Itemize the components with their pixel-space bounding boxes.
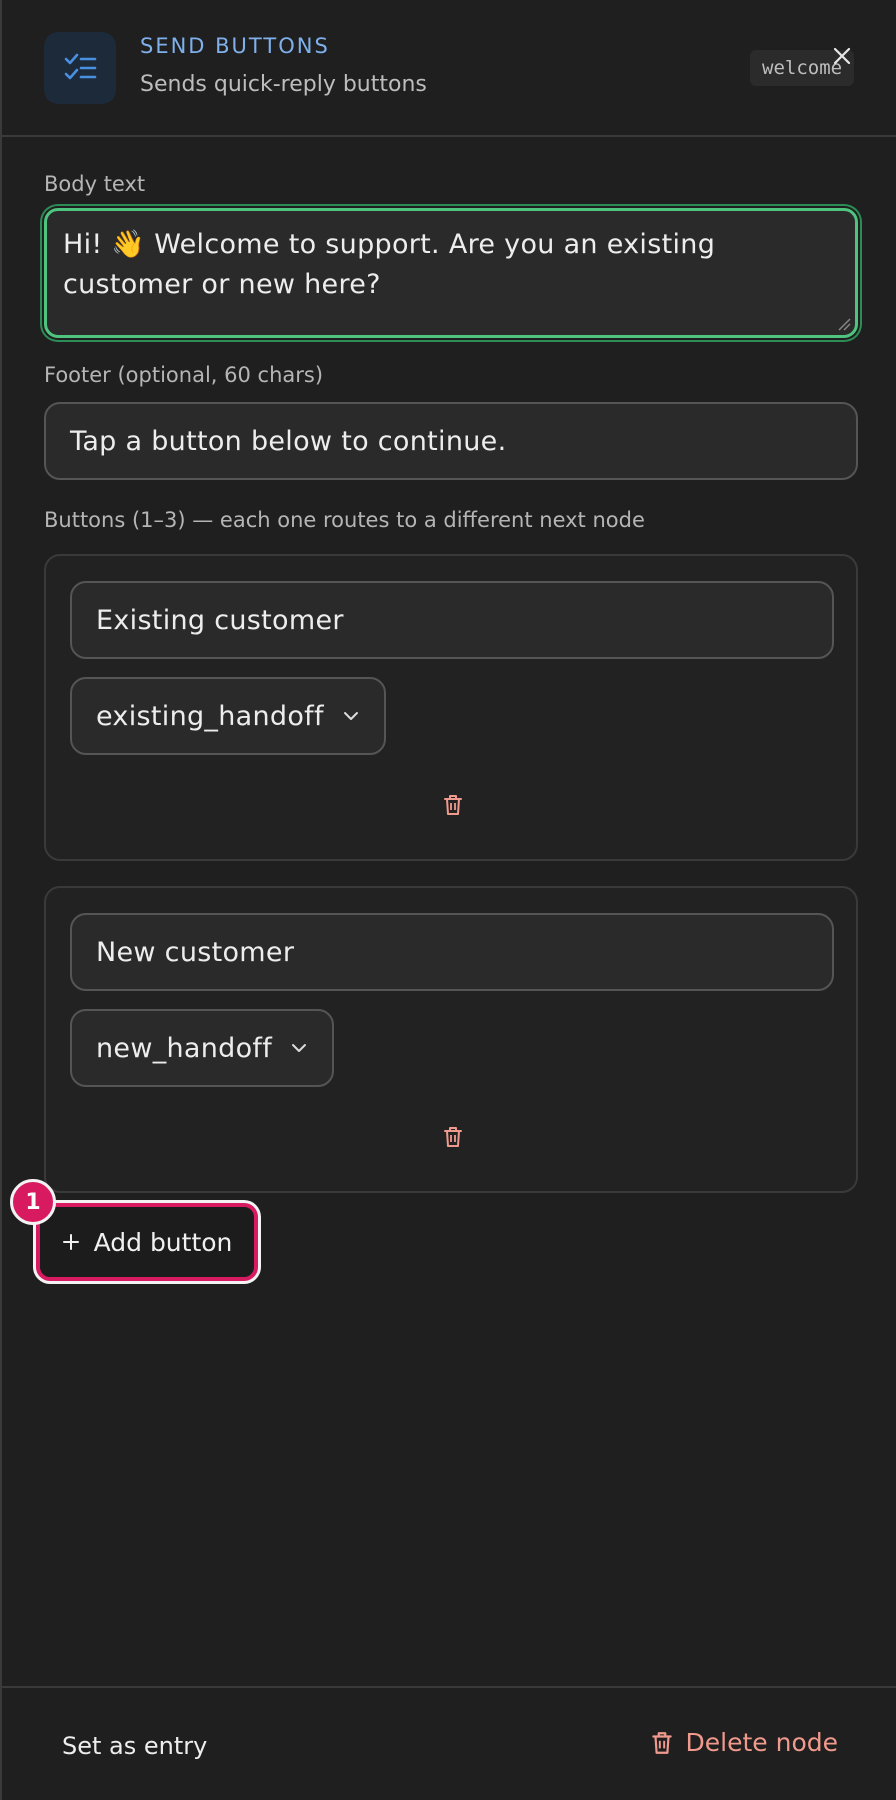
add-button-label: Add button xyxy=(93,1227,233,1257)
button-title-value: New customer xyxy=(96,936,295,968)
button-title-value: Existing customer xyxy=(96,604,344,636)
button-card-2: New customer new_handoff xyxy=(44,886,858,1193)
route-select[interactable]: new_handoff xyxy=(70,1009,335,1087)
trash-icon xyxy=(651,1731,672,1754)
close-icon[interactable] xyxy=(828,42,856,70)
chevron-down-icon xyxy=(292,1044,307,1052)
chevron-down-icon xyxy=(343,712,358,720)
footer-label: Footer (optional, 60 chars) xyxy=(44,363,324,387)
add-button[interactable]: Add button xyxy=(36,1203,258,1281)
route-select-value: new_handoff xyxy=(96,1032,273,1064)
step-badge: 1 xyxy=(10,1179,56,1225)
button-card-1: Existing customer existing_handoff xyxy=(44,554,858,861)
node-editor-panel: SEND BUTTONS Sends quick-reply buttons w… xyxy=(0,0,896,1800)
plus-icon xyxy=(62,1234,79,1250)
footer-input-value: Tap a button below to continue. xyxy=(70,425,507,457)
trash-icon[interactable] xyxy=(439,791,467,819)
checklist-icon xyxy=(44,32,116,104)
body-text-input[interactable]: Hi! 👋 Welcome to support. Are you an exi… xyxy=(44,208,858,338)
node-type-title: SEND BUTTONS xyxy=(140,34,330,58)
buttons-section-label: Buttons (1–3) — each one routes to a dif… xyxy=(44,508,645,532)
route-select-value: existing_handoff xyxy=(96,700,324,732)
footer-input[interactable]: Tap a button below to continue. xyxy=(44,402,858,480)
route-select[interactable]: existing_handoff xyxy=(70,677,386,755)
button-title-input[interactable]: Existing customer xyxy=(70,581,834,659)
set-entry-button[interactable]: Set as entry xyxy=(62,1732,207,1760)
delete-node-label: Delete node xyxy=(685,1728,838,1757)
body-text-value: Hi! 👋 Welcome to support. Are you an exi… xyxy=(63,229,716,300)
panel-footer: Set as entry Delete node xyxy=(2,1686,896,1800)
trash-icon[interactable] xyxy=(439,1123,467,1151)
resize-grip-icon[interactable] xyxy=(837,317,851,331)
button-title-input[interactable]: New customer xyxy=(70,913,834,991)
body-text-label: Body text xyxy=(44,172,146,196)
panel-header: SEND BUTTONS Sends quick-reply buttons w… xyxy=(2,0,896,137)
delete-node-button[interactable]: Delete node xyxy=(650,1728,838,1757)
node-description: Sends quick-reply buttons xyxy=(140,72,427,97)
